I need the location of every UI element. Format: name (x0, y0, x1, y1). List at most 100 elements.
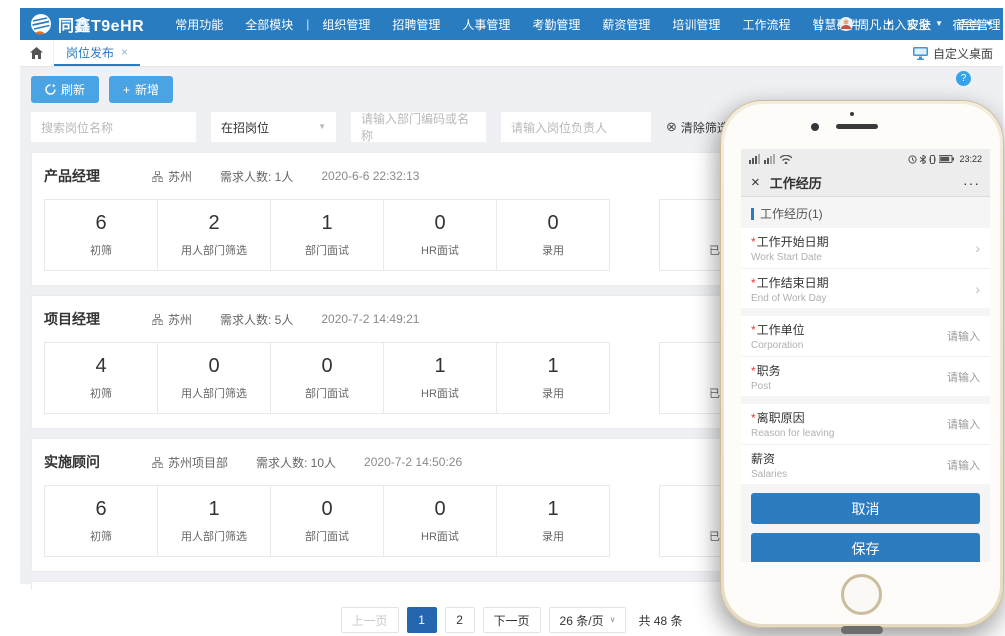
page-size-select[interactable]: 26 条/页 ∨ (549, 607, 627, 633)
sensor-icon (850, 112, 854, 116)
stat-box[interactable]: 0用人部门筛选 (157, 342, 271, 414)
nav-item[interactable]: 人事管理 (451, 16, 521, 33)
stat-box[interactable]: 1部门面试 (270, 199, 384, 271)
tab-job-publish[interactable]: 岗位发布 × (54, 40, 140, 66)
stat-box[interactable]: 0部门面试 (270, 485, 384, 557)
phone-bezel: 23:22 × 工作经历 ··· 工作经历(1) *工作开始日期Work Sta… (724, 104, 1000, 624)
stat-box[interactable]: 1HR面试 (383, 342, 497, 414)
form-row[interactable]: *工作结束日期End of Work Day› (741, 268, 990, 308)
bluetooth-icon (920, 155, 926, 164)
nav-item[interactable]: 薪资管理 (591, 16, 661, 33)
job-need-count: 需求人数: 5人 (220, 311, 293, 328)
user-name: 周凡 (857, 16, 881, 33)
org-icon (152, 171, 163, 182)
stat-label: 初筛 (90, 528, 112, 544)
prev-page-button[interactable]: 上一页 (341, 607, 399, 633)
stat-value: 6 (95, 212, 106, 235)
job-dept: 苏州 (152, 311, 192, 328)
section-header: 工作经历(1) (741, 197, 990, 228)
tab-home[interactable] (20, 40, 54, 66)
stat-value: 0 (547, 212, 558, 235)
home-button[interactable] (841, 574, 882, 615)
field-label-block: *工作单位Corporation (751, 321, 805, 351)
field-label: 薪资 (751, 450, 787, 467)
stat-value: 1 (547, 498, 558, 521)
user-avatar (839, 17, 853, 31)
skin-menu[interactable]: 皮肤 ▼ (907, 16, 943, 33)
stat-box[interactable]: 0HR面试 (383, 199, 497, 271)
field-label-text: 工作单位 (757, 323, 805, 337)
camera-icon (811, 123, 819, 131)
stat-box[interactable]: 1录用 (496, 342, 610, 414)
clear-filter-button[interactable]: ⊗ 清除筛选 (666, 119, 729, 136)
language-label: 语言 (957, 16, 981, 33)
form-row[interactable]: 薪资Salaries请输入 (741, 444, 990, 484)
refresh-button[interactable]: 刷新 (31, 76, 99, 103)
help-button[interactable]: ? (956, 71, 971, 86)
stat-box[interactable]: 0 部门面试 (270, 342, 384, 414)
stat-box[interactable]: 6 初筛 (44, 485, 158, 557)
next-page-button[interactable]: 下一页 (483, 607, 541, 633)
search-input[interactable]: 搜索岗位名称 (31, 112, 196, 142)
field-label-text: 离职原因 (757, 411, 805, 425)
stat-label: 用人部门筛选 (181, 242, 247, 258)
save-button[interactable]: 保存 (751, 533, 980, 562)
required-asterisk: * (751, 276, 756, 290)
nav-item[interactable]: 组织管理 (311, 16, 381, 33)
stat-box[interactable]: 2 用人部门筛选 (157, 199, 271, 271)
stat-value: 6 (95, 498, 106, 521)
section-title: 工作经历(1) (760, 205, 823, 222)
logo: 同鑫T9eHR (30, 12, 144, 36)
nav-item[interactable]: 全部模块 (234, 16, 304, 33)
field-label-block: *离职原因Reason for leaving (751, 409, 834, 439)
sim2-signal-icon (764, 154, 776, 164)
field-placeholder: 请输入 (947, 416, 980, 432)
job-title[interactable]: 实施顾问 (44, 452, 152, 472)
job-title[interactable]: 产品经理 (44, 166, 152, 186)
stat-box[interactable]: 4初筛 (44, 342, 158, 414)
nav-item[interactable]: 常用功能 (164, 16, 234, 33)
stat-box[interactable]: 6初筛 (44, 199, 158, 271)
customize-desktop-button[interactable]: 自定义桌面 (913, 40, 1003, 66)
field-label-text: 职务 (757, 364, 781, 378)
page-button[interactable]: 2 (445, 607, 475, 633)
stat-label: 录用 (542, 528, 564, 544)
form-row[interactable]: *离职原因Reason for leaving 请输入 (741, 404, 990, 444)
stat-value: 0 (321, 355, 332, 378)
add-button[interactable]: + 新增 (109, 76, 173, 103)
home-icon (30, 47, 43, 59)
form-row[interactable]: *工作单位Corporation请输入 (741, 316, 990, 356)
cancel-button[interactable]: 取消 (751, 493, 980, 524)
page-size-value: 26 条/页 (560, 612, 604, 629)
nav-item[interactable]: 考勤管理 (521, 16, 591, 33)
user-menu[interactable]: 周凡 ▼ (839, 16, 893, 33)
stat-box[interactable]: 0HR面试 (383, 485, 497, 557)
job-title[interactable]: 项目经理 (44, 309, 152, 329)
phone-form: *工作开始日期Work Start Date›*工作结束日期End of Wor… (741, 228, 990, 484)
form-row[interactable]: *职务Post请输入 (741, 356, 990, 396)
stat-box[interactable]: 1用人部门筛选 (157, 485, 271, 557)
close-icon[interactable]: × (121, 45, 128, 59)
nav-item[interactable]: 工作流程 (731, 16, 801, 33)
refresh-icon (45, 84, 56, 95)
plus-icon: + (123, 83, 130, 97)
owner-input[interactable]: 请输入岗位负责人 (501, 112, 651, 142)
language-menu[interactable]: 语言 ▼ (957, 16, 993, 33)
close-icon[interactable]: × (751, 174, 760, 191)
tab-bar: 岗位发布 × 自定义桌面 (20, 40, 1003, 67)
job-publish-time: 2020-6-6 22:32:13 (321, 169, 419, 183)
stat-box[interactable]: 0录用 (496, 199, 610, 271)
stat-box[interactable]: 1 录用 (496, 485, 610, 557)
form-row[interactable]: *工作开始日期Work Start Date› (741, 228, 990, 268)
stat-value: 2 (208, 212, 219, 235)
stat-label: 部门面试 (305, 385, 349, 401)
dept-input[interactable]: 请输入部门编码或名称 (351, 112, 486, 142)
nav-item[interactable]: 培训管理 (661, 16, 731, 33)
more-icon[interactable]: ··· (963, 175, 980, 191)
page-button[interactable]: 1 (407, 607, 437, 633)
field-label-block: *职务Post (751, 362, 781, 392)
field-label-text: 薪资 (751, 452, 775, 466)
job-status-select[interactable]: 在招岗位 ▼ (211, 112, 336, 142)
status-time: 23:22 (959, 154, 982, 164)
nav-item[interactable]: 招聘管理 (381, 16, 451, 33)
